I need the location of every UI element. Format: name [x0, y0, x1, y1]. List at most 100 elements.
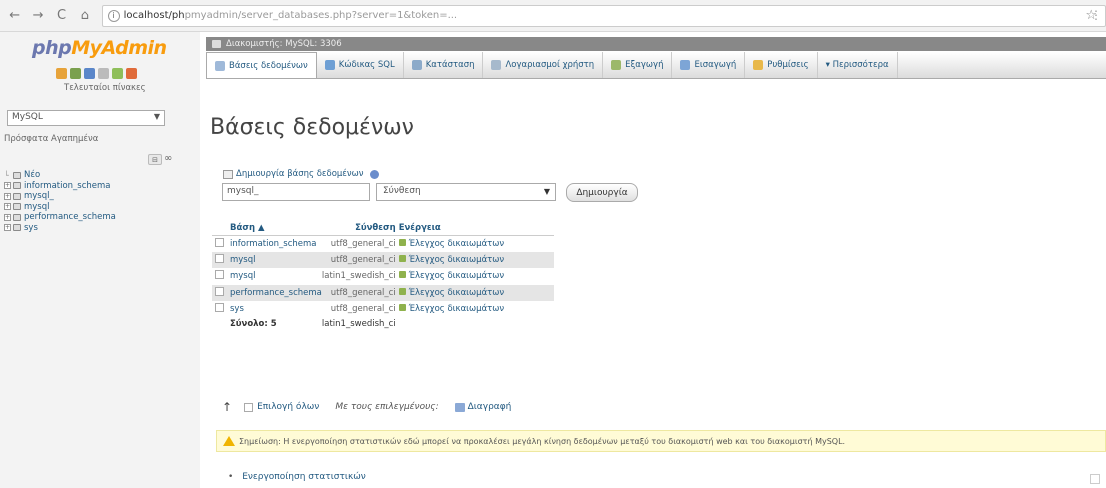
- tab-icon: [411, 60, 422, 70]
- row-checkbox[interactable]: [215, 303, 224, 313]
- privileges-icon: [398, 254, 406, 262]
- collapse-all-icon[interactable]: ⊟: [148, 154, 162, 165]
- url-path: pmyadmin/server_databases.php?server=1&t…: [184, 10, 458, 21]
- row-checkbox[interactable]: [215, 253, 224, 263]
- create-database-label[interactable]: Δημιουργία βάσης δεδομένων: [223, 169, 379, 179]
- row-checkbox[interactable]: [215, 237, 224, 247]
- quick-link-icon[interactable]: [112, 68, 123, 79]
- url-host: localhost/ph: [123, 10, 185, 21]
- tree-item[interactable]: + information_schema: [4, 181, 116, 192]
- check-privileges-link[interactable]: Έλεγχος δικαιωμάτων: [398, 268, 554, 285]
- database-icon: [13, 213, 21, 221]
- forward-icon[interactable]: →: [29, 7, 46, 25]
- server-select[interactable]: MySQL ▼: [7, 110, 165, 126]
- link-icon[interactable]: ∞: [164, 153, 172, 164]
- privileges-icon: [398, 238, 406, 246]
- with-selected-label: Με τους επιλεγμένους:: [335, 402, 439, 412]
- tab-icon: [611, 60, 622, 70]
- tab-label: Λογαριασμοί χρήστη: [505, 60, 595, 70]
- tab-label: ▾ Περισσότερα: [825, 60, 889, 70]
- expand-icon[interactable]: +: [4, 203, 11, 211]
- notice-text: Σημείωση: Η ενεργοποίηση στατιστικών εδώ…: [239, 436, 846, 446]
- database-name-link[interactable]: information_schema: [226, 235, 322, 252]
- privileges-icon: [398, 304, 406, 312]
- page-title: Βάσεις δεδομένων: [210, 115, 414, 140]
- back-icon[interactable]: ←: [6, 7, 23, 25]
- tab-label: Εισαγωγή: [694, 60, 737, 70]
- collation-cell: utf8_general_ci: [321, 251, 399, 268]
- tree-item[interactable]: + sys: [4, 223, 116, 234]
- enable-statistics-item: • Ενεργοποίηση στατιστικών: [228, 472, 366, 482]
- tab-icon: [324, 60, 335, 70]
- create-database-text: Δημιουργία βάσης δεδομένων: [236, 169, 364, 179]
- collation-cell: utf8_general_ci: [321, 235, 399, 252]
- enable-statistics-link[interactable]: Ενεργοποίηση στατιστικών: [242, 472, 366, 482]
- quick-link-icon[interactable]: [84, 68, 95, 79]
- tree-item-label: Νέο: [24, 170, 41, 181]
- tree-item-label: mysql_: [24, 191, 54, 202]
- expand-icon[interactable]: +: [4, 213, 11, 221]
- tree-item-label: information_schema: [24, 180, 111, 191]
- drop-button[interactable]: Διαγραφή: [454, 402, 511, 412]
- check-privileges-link[interactable]: Έλεγχος δικαιωμάτων: [398, 235, 554, 252]
- console-toggle-icon[interactable]: [1090, 474, 1100, 484]
- notice-message: Σημείωση: Η ενεργοποίηση στατιστικών εδώ…: [216, 430, 1106, 452]
- database-icon: [13, 182, 21, 190]
- table-row: performance_schema utf8_general_ci Έλεγχος…: [212, 284, 554, 301]
- recent-tables-label[interactable]: Τελευταίοι πίνακες: [64, 83, 146, 93]
- database-icon: [13, 203, 21, 211]
- expand-icon[interactable]: +: [4, 192, 11, 200]
- database-name-link[interactable]: mysql: [226, 268, 322, 285]
- browser-menu-icon[interactable]: ⋮: [1090, 8, 1102, 22]
- row-checkbox[interactable]: [215, 286, 224, 296]
- tab[interactable]: Ρυθμίσεις: [745, 52, 818, 78]
- tab[interactable]: Λογαριασμοί χρήστη: [483, 52, 604, 78]
- info-icon[interactable]: i: [107, 9, 120, 22]
- database-name-link[interactable]: mysql: [226, 251, 322, 268]
- tab[interactable]: Κατάσταση: [404, 52, 484, 78]
- collation-cell: latin1_swedish_ci: [321, 268, 399, 285]
- header-database[interactable]: Βάση ▲: [226, 221, 322, 236]
- database-name-link[interactable]: sys: [226, 301, 322, 318]
- header-collation[interactable]: Σύνθεση: [321, 221, 399, 236]
- create-button[interactable]: Δημιουργία: [566, 183, 638, 202]
- row-checkbox[interactable]: [215, 270, 224, 280]
- tab[interactable]: ▾ Περισσότερα: [818, 52, 898, 78]
- tab[interactable]: Βάσεις δεδομένων: [206, 52, 317, 78]
- check-privileges-text: Έλεγχος δικαιωμάτων: [408, 304, 505, 315]
- address-bar[interactable]: i localhost/ph pmyadmin/server_databases…: [101, 4, 1106, 27]
- quick-link-icon[interactable]: [70, 68, 81, 79]
- drop-icon: [454, 402, 465, 412]
- quick-link-icon[interactable]: [126, 68, 137, 79]
- server-breadcrumb[interactable]: Διακομιστής: MySQL: 3306: [226, 39, 342, 49]
- tab-icon: [753, 60, 764, 70]
- database-name-input[interactable]: mysql_: [222, 183, 370, 201]
- recent-favorites-tabs[interactable]: Πρόσφατα Αγαπημένα: [4, 134, 98, 144]
- tree-item[interactable]: + mysql_: [4, 191, 116, 202]
- check-privileges-link[interactable]: Έλεγχος δικαιωμάτων: [398, 251, 554, 268]
- tree-item[interactable]: + performance_schema: [4, 212, 116, 223]
- database-name-link[interactable]: performance_schema: [226, 284, 322, 301]
- expand-icon[interactable]: +: [4, 224, 11, 232]
- warning-icon: [223, 436, 235, 446]
- browser-toolbar: ← → C ⌂ i localhost/ph pmyadmin/server_d…: [0, 0, 1106, 32]
- check-all-link[interactable]: Επιλογή όλων: [244, 402, 319, 412]
- tree-item[interactable]: + mysql: [4, 202, 116, 213]
- home-icon[interactable]: ⌂: [76, 7, 93, 25]
- collation-cell: utf8_general_ci: [321, 284, 399, 301]
- with-selected-bar: ↑ Επιλογή όλων Με τους επιλεγμένους: Δια…: [222, 400, 527, 414]
- collation-select[interactable]: Σύνθεση ▼: [376, 183, 556, 201]
- reload-icon[interactable]: C: [53, 7, 70, 25]
- check-privileges-link[interactable]: Έλεγχος δικαιωμάτων: [398, 301, 554, 318]
- expand-icon[interactable]: +: [4, 182, 11, 190]
- tab-label: Ρυθμίσεις: [767, 60, 809, 70]
- tab[interactable]: Εξαγωγή: [603, 52, 673, 78]
- tab[interactable]: Κώδικας SQL: [317, 52, 404, 78]
- tree-item[interactable]: └ Νέο: [4, 170, 116, 181]
- quick-link-icon[interactable]: [98, 68, 109, 79]
- help-icon[interactable]: [369, 169, 379, 179]
- check-privileges-link[interactable]: Έλεγχος δικαιωμάτων: [398, 284, 554, 301]
- tab[interactable]: Εισαγωγή: [672, 52, 746, 78]
- quick-link-icon[interactable]: [56, 68, 67, 79]
- phpmyadmin-logo[interactable]: phpMyAdmin: [32, 37, 167, 59]
